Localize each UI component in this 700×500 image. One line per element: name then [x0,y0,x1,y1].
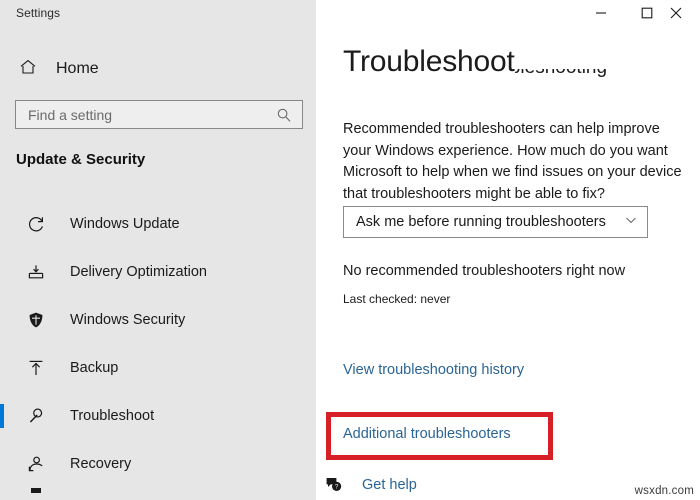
sidebar-group-title: Update & Security [16,151,146,168]
sidebar-item-windows-update[interactable]: Windows Update [0,200,316,248]
settings-window: Settings Home Find a setting Update & Se… [0,0,700,500]
get-help-label: Get help [362,477,417,493]
sidebar-item-backup[interactable]: Backup [0,344,316,392]
maximize-icon [641,6,653,24]
partial-icon [24,488,48,500]
page-title: Troubleshoot [343,44,515,80]
sidebar-item-troubleshoot[interactable]: Troubleshoot [0,392,316,440]
sidebar-item-delivery-optimization[interactable]: Delivery Optimization [0,248,316,296]
search-input[interactable]: Find a setting [15,100,303,129]
close-icon [670,6,682,24]
view-troubleshooting-history-link[interactable]: View troubleshooting history [343,362,524,378]
recommended-troubleshooting-dropdown[interactable]: Ask me before running troubleshooters [343,206,648,238]
upload-arrow-icon [24,356,48,380]
home-icon [18,57,38,82]
sidebar-item-label: Windows Update [70,216,180,232]
sidebar: Settings Home Find a setting Update & Se… [0,0,316,500]
last-checked-text: Last checked: never [343,292,451,306]
maximize-button[interactable] [624,0,670,30]
wrench-icon [24,404,48,428]
minimize-icon [595,6,607,24]
minimize-button[interactable] [578,0,624,30]
sidebar-item-home[interactable]: Home [8,52,308,86]
sidebar-item-recovery[interactable]: Recovery [0,440,316,488]
main-content: Recommended troubleshooting Troubleshoot… [316,0,700,500]
sidebar-nav-list: Windows Update Delivery Optimization Win… [0,200,316,500]
sidebar-item-label: Troubleshoot [70,408,155,424]
help-bubble-icon: ? [323,474,345,496]
watermark: wsxdn.com [634,485,694,497]
search-placeholder: Find a setting [28,106,113,123]
close-button[interactable] [670,0,700,30]
recovery-icon [24,452,48,476]
app-title: Settings [16,6,61,20]
sidebar-item-home-label: Home [56,60,99,77]
description-text: Recommended troubleshooters can help imp… [343,121,682,202]
shield-icon [24,308,48,332]
chevron-down-icon [624,213,638,232]
highlight-annotation [326,412,553,460]
sidebar-item-label: Recovery [70,456,132,472]
svg-text:?: ? [335,484,339,491]
sidebar-item-partial[interactable] [0,488,316,500]
window-controls [578,0,700,30]
sidebar-item-windows-security[interactable]: Windows Security [0,296,316,344]
get-help-link[interactable]: ? Get help [323,474,417,496]
sidebar-item-label: Backup [70,360,119,376]
status-message: No recommended troubleshooters right now [343,263,626,279]
sidebar-item-label: Windows Security [70,312,186,328]
refresh-icon [24,212,48,236]
delivery-icon [24,260,48,284]
sidebar-item-label: Delivery Optimization [70,264,207,280]
search-icon [276,107,302,123]
dropdown-value: Ask me before running troubleshooters [356,214,606,230]
